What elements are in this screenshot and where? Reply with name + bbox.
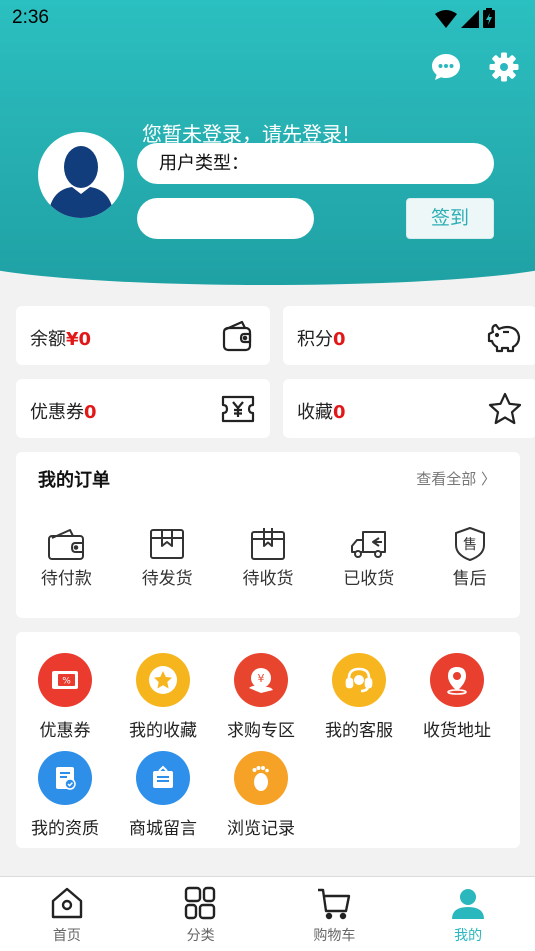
- cart-icon: [318, 888, 351, 920]
- service-browse-history[interactable]: 浏览记录: [212, 751, 310, 839]
- favorites-card[interactable]: 收藏0: [283, 379, 535, 438]
- tab-home[interactable]: 首页: [0, 877, 134, 951]
- order-pending-shipment-label: 待发货: [141, 569, 193, 589]
- order-after-sale-label: 售后: [452, 569, 487, 589]
- profile-icon: [452, 889, 485, 919]
- default-avatar-icon: [48, 146, 114, 218]
- service-customer-service-label: 我的客服: [325, 721, 393, 741]
- balance-value: ¥0: [66, 329, 92, 350]
- piggy-bank-icon: [487, 323, 521, 353]
- favorites-value: 0: [333, 402, 346, 423]
- svg-text:售: 售: [463, 537, 477, 553]
- balance-card[interactable]: 余额¥0: [16, 306, 270, 365]
- orders-title: 我的订单: [38, 470, 110, 491]
- purchase-icon: ¥: [234, 653, 288, 707]
- service-shipping-address-label: 收货地址: [423, 721, 491, 741]
- certificate-icon: [38, 751, 92, 805]
- points-value: 0: [333, 329, 346, 350]
- tab-home-label: 首页: [52, 928, 81, 944]
- points-label: 积分0: [297, 329, 346, 350]
- user-type-field: 用户类型：: [137, 143, 494, 184]
- profile-header: 2:36 您暂未登录，请先登录! 用户类型： 签到: [0, 0, 535, 290]
- user-info-pill: [137, 198, 314, 239]
- location-icon: [430, 653, 484, 707]
- message-board-icon: [136, 751, 190, 805]
- tab-cart[interactable]: 购物车: [268, 877, 402, 951]
- points-card[interactable]: 积分0: [283, 306, 535, 365]
- view-all-orders-link[interactable]: 查看全部 〉: [416, 468, 496, 489]
- service-browse-history-label: 浏览记录: [227, 819, 295, 839]
- service-coupons-label: 优惠券: [39, 721, 91, 741]
- my-orders-panel: 我的订单 查看全部 〉 待付款 待发货 待收货 已收货 售 售后: [16, 452, 520, 618]
- box-icon: [150, 529, 185, 559]
- tab-category[interactable]: 分类: [134, 877, 268, 951]
- message-icon[interactable]: [431, 52, 461, 82]
- settings-icon[interactable]: [489, 52, 519, 82]
- order-pending-receipt-label: 待收货: [242, 569, 294, 589]
- service-purchase-zone[interactable]: ¥ 求购专区: [212, 653, 310, 741]
- home-icon: [51, 887, 83, 919]
- headset-icon: [332, 653, 386, 707]
- avatar[interactable]: [38, 132, 124, 218]
- bottom-tab-bar: 首页 分类 购物车 我的: [0, 876, 535, 951]
- checkin-button[interactable]: 签到: [406, 198, 494, 239]
- coupon-value: 0: [84, 402, 97, 423]
- wallet-icon: [48, 529, 85, 560]
- status-bar: 2:36: [0, 0, 535, 36]
- category-icon: [184, 886, 215, 920]
- service-coupons[interactable]: % 优惠券: [16, 653, 114, 741]
- order-received[interactable]: 已收货: [324, 526, 414, 589]
- service-purchase-zone-label: 求购专区: [227, 721, 295, 741]
- coupon-icon: %: [38, 653, 92, 707]
- order-received-label: 已收货: [343, 569, 395, 589]
- footprint-icon: [234, 751, 288, 805]
- tab-mine-label: 我的: [454, 928, 483, 944]
- tab-cart-label: 购物车: [313, 928, 356, 944]
- tab-mine[interactable]: 我的: [401, 877, 535, 951]
- service-favorites[interactable]: 我的收藏: [114, 653, 212, 741]
- balance-label: 余额¥0: [30, 329, 92, 350]
- battery-icon: [483, 8, 495, 28]
- coupon-icon: [221, 395, 255, 423]
- status-time: 2:36: [12, 7, 49, 28]
- signal-icon: [461, 10, 479, 28]
- order-pending-payment[interactable]: 待付款: [21, 526, 111, 589]
- service-shipping-address[interactable]: 收货地址: [408, 653, 506, 741]
- coupon-label: 优惠券0: [30, 402, 97, 423]
- star-icon: [488, 392, 522, 425]
- service-qualifications-label: 我的资质: [31, 819, 99, 839]
- coupon-card[interactable]: 优惠券0: [16, 379, 270, 438]
- wallet-icon: [222, 320, 252, 352]
- after-sale-icon: 售: [454, 527, 485, 561]
- service-favorites-label: 我的收藏: [129, 721, 197, 741]
- wifi-icon: [435, 10, 457, 28]
- service-mall-message[interactable]: 商城留言: [114, 751, 212, 839]
- truck-icon: [350, 531, 386, 558]
- service-qualifications[interactable]: 我的资质: [16, 751, 114, 839]
- tab-category-label: 分类: [186, 928, 215, 944]
- svg-text:¥: ¥: [258, 672, 265, 685]
- header-actions: [431, 52, 519, 82]
- service-customer-service[interactable]: 我的客服: [310, 653, 408, 741]
- star-icon: [136, 653, 190, 707]
- services-panel: % 优惠券 我的收藏 ¥ 求购专区 我的客服 收货地址 我的资质 商城留言 浏览…: [16, 632, 520, 848]
- svg-text:%: %: [62, 677, 71, 687]
- favorites-label: 收藏0: [297, 402, 346, 423]
- order-after-sale[interactable]: 售 售后: [425, 526, 515, 589]
- status-icons: [435, 8, 495, 28]
- order-pending-shipment[interactable]: 待发货: [122, 526, 212, 589]
- order-status-list: 待付款 待发货 待收货 已收货 售 售后: [16, 526, 520, 589]
- service-mall-message-label: 商城留言: [129, 819, 197, 839]
- package-icon: [250, 528, 285, 560]
- order-pending-receipt[interactable]: 待收货: [223, 526, 313, 589]
- order-pending-payment-label: 待付款: [40, 569, 92, 589]
